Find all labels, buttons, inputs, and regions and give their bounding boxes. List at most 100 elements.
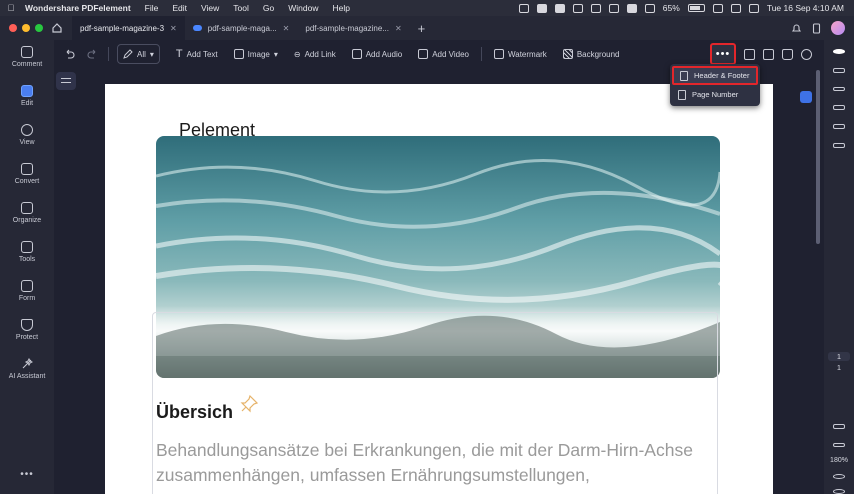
sidebar-item-tools[interactable]: Tools	[0, 235, 54, 274]
status-icon-5[interactable]	[590, 3, 601, 13]
menu-view[interactable]: View	[194, 3, 226, 13]
control-center-icon[interactable]	[748, 3, 759, 13]
tab-document-3[interactable]: pdf-sample-magazine... ✕	[297, 16, 409, 40]
add-text-button[interactable]: T Add Text	[168, 44, 226, 64]
sidebar-item-form[interactable]: Form	[0, 274, 54, 313]
sidebar-more-button[interactable]: •••	[0, 469, 54, 480]
vertical-scrollbar[interactable]	[816, 70, 820, 244]
print-icon[interactable]	[763, 48, 774, 60]
adjust-settings-button[interactable]	[56, 72, 76, 90]
fit-page-icon[interactable]	[833, 442, 845, 448]
status-icon-3[interactable]	[554, 3, 565, 13]
ai-chat-icon[interactable]	[833, 49, 845, 54]
close-icon[interactable]: ✕	[283, 24, 290, 33]
tab-label: pdf-sample-magazine-3	[80, 23, 165, 33]
video-icon	[418, 49, 429, 59]
wifi-icon[interactable]	[712, 3, 723, 13]
share-icon[interactable]	[782, 48, 793, 60]
watermark-button[interactable]: Watermark	[486, 44, 555, 64]
zoom-out-icon[interactable]	[833, 489, 845, 494]
status-icon-6[interactable]	[608, 3, 619, 13]
bookmark-icon[interactable]	[833, 105, 845, 111]
section-heading[interactable]: Übersich	[156, 402, 233, 423]
status-icon-1[interactable]	[518, 3, 529, 13]
add-link-button[interactable]: ⊖ Add Link	[286, 44, 344, 64]
pin-icon[interactable]	[239, 394, 259, 414]
floating-assistant-icon[interactable]	[800, 91, 812, 103]
sidebar-item-convert[interactable]: Convert	[0, 157, 54, 196]
thumbnails-icon[interactable]	[833, 124, 845, 129]
status-icon-8[interactable]	[644, 3, 655, 13]
add-video-button[interactable]: Add Video	[410, 44, 477, 64]
sidebar-item-organize[interactable]: Organize	[0, 196, 54, 235]
tab-document-1[interactable]: pdf-sample-magazine-3 ✕	[72, 16, 185, 40]
left-sidebar: Comment Edit View Convert Organize Tools…	[0, 40, 54, 494]
undo-button[interactable]	[54, 44, 81, 64]
menu-go[interactable]: Go	[256, 3, 281, 13]
document-canvas[interactable]: Pelement Übersich Behandlungsansätze bei…	[54, 68, 824, 494]
image-label: Image	[247, 49, 270, 59]
select-mode-dropdown[interactable]: All ▾	[117, 44, 160, 64]
device-icon[interactable]	[811, 22, 822, 34]
header-footer-menu-item[interactable]: Header & Footer	[672, 66, 758, 85]
sidebar-item-label: Tools	[18, 256, 36, 263]
menu-file[interactable]: File	[138, 3, 166, 13]
zoom-in-icon[interactable]	[833, 474, 845, 480]
more-options-button[interactable]: •••	[710, 43, 736, 65]
zoom-window-button[interactable]	[35, 24, 43, 32]
menu-item-label: Page Number	[692, 90, 739, 99]
apple-icon[interactable]: 	[0, 3, 22, 13]
convert-icon	[21, 163, 33, 175]
status-icon-4[interactable]	[572, 3, 583, 13]
tools-icon	[21, 241, 33, 253]
page-number-input[interactable]: 1	[828, 351, 850, 361]
sidebar-item-comment[interactable]: Comment	[0, 40, 54, 79]
tab-document-2[interactable]: pdf-sample-maga... ✕	[185, 16, 298, 40]
comment-panel-icon[interactable]	[833, 86, 845, 92]
clock[interactable]: Tue 16 Sep 4:10 AM	[767, 3, 844, 13]
menu-edit[interactable]: Edit	[165, 3, 194, 13]
image-button[interactable]: Image ▾	[226, 44, 286, 64]
sidebar-item-edit[interactable]: Edit	[0, 79, 54, 118]
menu-window[interactable]: Window	[281, 3, 325, 13]
sidebar-item-ai-assistant[interactable]: AI Assistant	[0, 352, 54, 398]
menu-app-name[interactable]: Wondershare PDFelement	[22, 3, 138, 13]
minimize-window-button[interactable]	[22, 24, 30, 32]
add-audio-button[interactable]: Add Audio	[344, 44, 410, 64]
close-icon[interactable]: ✕	[170, 24, 177, 33]
text-icon: T	[175, 48, 183, 60]
page-number-icon	[678, 89, 686, 100]
close-icon[interactable]: ✕	[395, 24, 402, 33]
cloud-upload-icon[interactable]	[801, 48, 812, 60]
pdf-page[interactable]: Pelement Übersich Behandlungsansätze bei…	[105, 84, 773, 494]
redo-button[interactable]	[81, 44, 104, 64]
properties-icon[interactable]	[833, 67, 845, 73]
home-button[interactable]	[48, 19, 66, 37]
chevron-down-icon: ▾	[149, 49, 154, 59]
page-total: 1	[836, 362, 842, 372]
tabbar-actions	[791, 21, 854, 35]
hand-tool-icon[interactable]	[833, 423, 845, 429]
bell-icon[interactable]	[791, 23, 802, 34]
avatar[interactable]	[831, 21, 845, 35]
sidebar-item-protect[interactable]: Protect	[0, 313, 54, 352]
page-number-menu-item[interactable]: Page Number	[672, 85, 758, 104]
status-icon-2[interactable]	[536, 3, 547, 13]
search-icon[interactable]	[730, 3, 741, 13]
tab-bar: pdf-sample-magazine-3 ✕ pdf-sample-maga.…	[0, 16, 854, 40]
home-icon	[52, 23, 62, 33]
menu-tool[interactable]: Tool	[226, 3, 256, 13]
close-window-button[interactable]	[9, 24, 17, 32]
new-tab-button[interactable]: +	[410, 21, 434, 36]
sidebar-item-view[interactable]: View	[0, 118, 54, 157]
select-mode-label: All	[137, 49, 146, 59]
zoom-level[interactable]: 180%	[830, 457, 848, 464]
status-icon-7[interactable]	[626, 3, 637, 13]
save-icon[interactable]	[744, 48, 755, 60]
menu-help[interactable]: Help	[325, 3, 356, 13]
battery-icon[interactable]	[687, 4, 705, 12]
body-paragraph[interactable]: Behandlungsansätze bei Erkrankungen, die…	[156, 438, 756, 488]
background-button[interactable]: Background	[555, 44, 628, 64]
link-icon: ⊖	[293, 49, 301, 59]
attachment-icon[interactable]	[833, 142, 845, 148]
